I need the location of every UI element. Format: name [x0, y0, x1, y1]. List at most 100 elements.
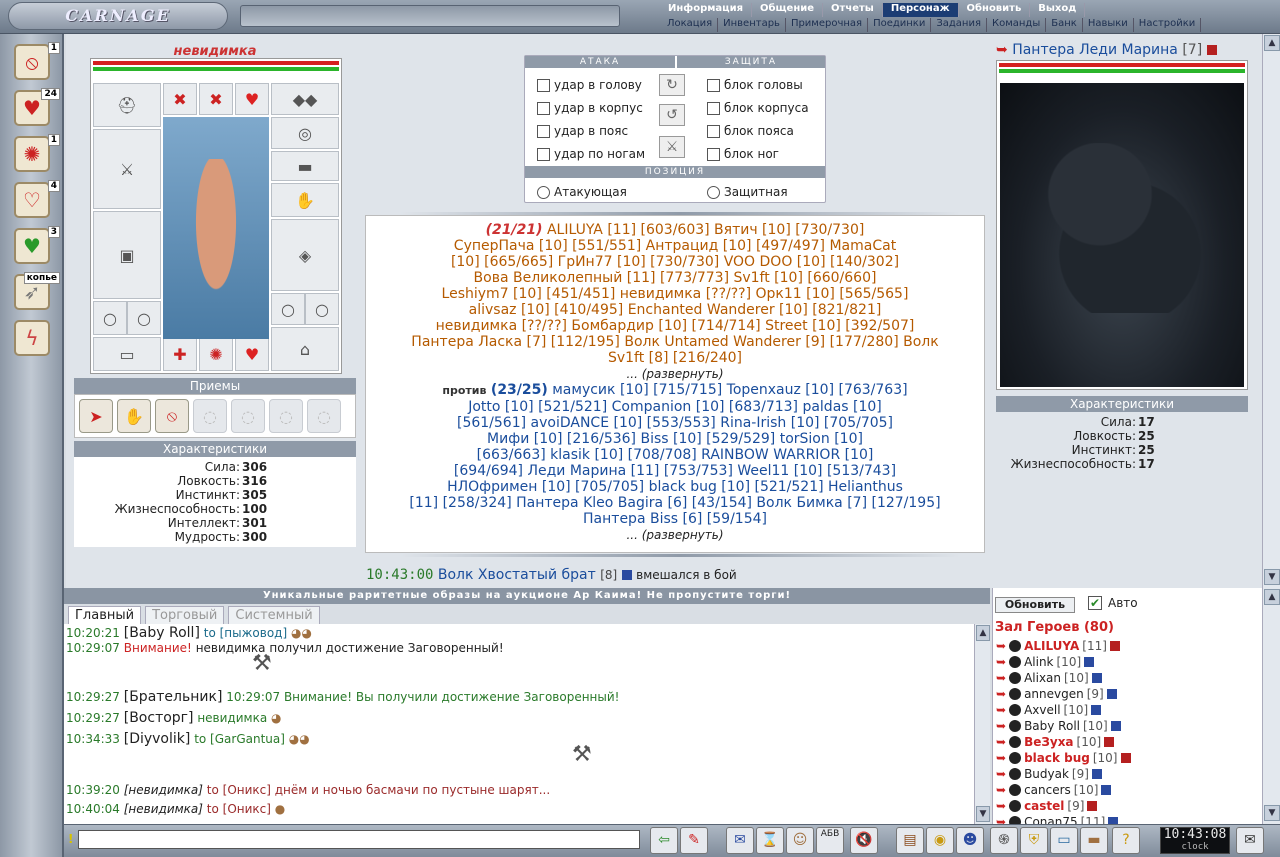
- block-head-checkbox[interactable]: [707, 78, 720, 92]
- info-icon[interactable]: [1084, 657, 1095, 667]
- ring-slot[interactable]: ○: [305, 293, 339, 325]
- submenu-quests[interactable]: Задания: [931, 18, 987, 32]
- msg-author[interactable]: [Baby Roll]: [124, 625, 200, 641]
- submenu-fights[interactable]: Поединки: [868, 18, 932, 32]
- team2-row[interactable]: Пантера Biss [6] [59/154]: [372, 511, 978, 527]
- info-icon[interactable]: [1101, 785, 1112, 795]
- reset-icon[interactable]: ↺: [659, 104, 685, 126]
- team1-row[interactable]: невидимка [??/??] Бомбардир [10] [714/71…: [372, 318, 978, 334]
- private-arrow-icon[interactable]: ➥: [996, 670, 1006, 686]
- technique-slot-empty[interactable]: ◌: [193, 399, 227, 433]
- team1-row[interactable]: Sv1ft [8] [216/240]: [372, 350, 978, 366]
- player-name[interactable]: Budyak: [1024, 766, 1069, 782]
- team2-row[interactable]: [561/561] avoiDANCE [10] [553/553] Rina-…: [372, 415, 978, 431]
- mute-icon[interactable]: 🔇: [850, 827, 878, 854]
- team1-row[interactable]: alivsaz [10] [410/495] Enchanted Wandere…: [372, 302, 978, 318]
- private-arrow-icon[interactable]: ➥: [996, 638, 1006, 654]
- boots-slot[interactable]: ⌂: [271, 327, 339, 371]
- strike-icon[interactable]: ✖: [199, 83, 233, 115]
- ring-slot[interactable]: ○: [93, 301, 127, 335]
- attack-head-checkbox[interactable]: [537, 78, 550, 92]
- expand-link[interactable]: ... (развернуть): [372, 527, 978, 543]
- chat-input[interactable]: [78, 830, 640, 849]
- main-scrollbar[interactable]: ▲ ▼: [1262, 34, 1280, 588]
- private-arrow-icon[interactable]: ➥: [996, 686, 1006, 702]
- tab-system[interactable]: Системный: [228, 606, 320, 624]
- spiral-icon[interactable]: ֍: [990, 827, 1018, 854]
- chest-icon[interactable]: ▤: [896, 827, 924, 854]
- player-list-item[interactable]: ➥ Alixan [10]: [996, 670, 1102, 686]
- player-list-item[interactable]: ➥ Alink [10]: [996, 654, 1095, 670]
- private-arrow-icon[interactable]: ➥: [996, 750, 1006, 766]
- player-name[interactable]: Alixan: [1024, 670, 1061, 686]
- hourglass-icon[interactable]: ⌛: [756, 827, 784, 854]
- team1-row[interactable]: ALILUYA [11] [603/603] Вятич [10] [730/7…: [547, 222, 864, 238]
- player-name[interactable]: castel: [1024, 798, 1064, 814]
- info-icon[interactable]: [621, 570, 632, 580]
- attack-body-checkbox[interactable]: [537, 101, 550, 115]
- shield-icon[interactable]: ⛨: [1020, 827, 1048, 854]
- player-name[interactable]: невидимка: [130, 44, 300, 59]
- shield-slot[interactable]: ◈: [271, 219, 339, 291]
- player-list-item[interactable]: ➥ ALILUYA [11]: [996, 638, 1120, 654]
- submenu-bank[interactable]: Банк: [1046, 18, 1083, 32]
- team2-row[interactable]: НЛОфримен [10] [705/705] black bug [10] …: [372, 479, 978, 495]
- player-name[interactable]: ALILUYA: [1024, 638, 1079, 654]
- player-list-scrollbar[interactable]: ▲ ▼: [1262, 588, 1280, 824]
- ring-slot[interactable]: ○: [127, 301, 161, 335]
- amulet-slot[interactable]: ◎: [271, 117, 339, 149]
- team1-row[interactable]: СуперПача [10] [551/551] Антрацид [10] […: [372, 238, 978, 254]
- player-name[interactable]: BeЗуха: [1024, 734, 1073, 750]
- chat-scrollbar[interactable]: ▲ ▼: [974, 624, 990, 824]
- info-icon[interactable]: [1106, 689, 1117, 699]
- msg-author[interactable]: [Восторг]: [124, 710, 194, 726]
- green-heart-icon[interactable]: ♥ 3: [14, 226, 60, 264]
- block-legs-checkbox[interactable]: [707, 147, 720, 161]
- refresh-icon[interactable]: ↻: [659, 74, 685, 96]
- no-icon[interactable]: ⦸ 1: [14, 42, 60, 80]
- menu-refresh[interactable]: Обновить: [959, 3, 1031, 17]
- heart-icon[interactable]: ♥: [235, 337, 269, 371]
- private-arrow-icon[interactable]: ➥: [996, 766, 1006, 782]
- player-list-item[interactable]: ➥ castel [9]: [996, 798, 1098, 814]
- join-name[interactable]: Волк Хвостатый брат: [438, 567, 596, 583]
- spear-icon[interactable]: ➶ копье: [14, 272, 60, 310]
- scroll-up-icon[interactable]: ▲: [1264, 589, 1280, 605]
- monitor-icon[interactable]: ▭: [1050, 827, 1078, 854]
- msg-author[interactable]: [невидимка]: [124, 802, 203, 816]
- translit-icon[interactable]: АБВ: [816, 827, 844, 854]
- scroll-up-icon[interactable]: ▲: [1264, 35, 1280, 51]
- menu-character[interactable]: Персонаж: [882, 3, 959, 17]
- submenu-skills[interactable]: Навыки: [1083, 18, 1134, 32]
- broken-heart-icon[interactable]: ♡ 4: [14, 180, 60, 218]
- scroll-down-icon[interactable]: ▼: [976, 806, 990, 822]
- player-list-item[interactable]: ➥ black bug [10]: [996, 750, 1131, 766]
- armor-slot[interactable]: ▣: [93, 211, 161, 299]
- player-name[interactable]: Alink: [1024, 654, 1053, 670]
- submenu-location[interactable]: Локация: [662, 18, 719, 32]
- msg-author[interactable]: [невидимка]: [124, 783, 203, 797]
- swords-icon[interactable]: ⚔: [659, 136, 685, 158]
- mail-icon[interactable]: ✉: [726, 827, 754, 854]
- private-arrow-icon[interactable]: ➥: [996, 718, 1006, 734]
- group-icon[interactable]: ☻: [956, 827, 984, 854]
- menu-exit[interactable]: Выход: [1030, 3, 1086, 17]
- private-arrow-icon[interactable]: ➥: [996, 798, 1006, 814]
- player-list-item[interactable]: ➥ annevgen [9]: [996, 686, 1117, 702]
- info-icon[interactable]: [1109, 641, 1120, 651]
- info-icon[interactable]: [1206, 45, 1217, 55]
- submenu-teams[interactable]: Команды: [987, 18, 1047, 32]
- team1-row[interactable]: Leshiym7 [10] [451/451] невидимка [??/??…: [372, 286, 978, 302]
- medkit-icon[interactable]: ✚: [163, 337, 197, 371]
- info-icon[interactable]: [1104, 737, 1115, 747]
- block-body-checkbox[interactable]: [707, 101, 720, 115]
- earrings-slot[interactable]: ◆◆: [271, 83, 339, 115]
- belt-slot[interactable]: ▭: [93, 337, 161, 371]
- team2-row[interactable]: [11] [258/324] Пантера Kleo Bagira [6] […: [372, 495, 978, 511]
- private-arrow-icon[interactable]: ➥: [996, 654, 1006, 670]
- team2-row[interactable]: Jotto [10] [521/521] Companion [10] [683…: [372, 399, 978, 415]
- menu-social[interactable]: Общение: [752, 3, 824, 17]
- info-icon[interactable]: [1110, 721, 1121, 731]
- technique-icon[interactable]: ➤: [79, 399, 113, 433]
- strike-icon[interactable]: ✖: [163, 83, 197, 115]
